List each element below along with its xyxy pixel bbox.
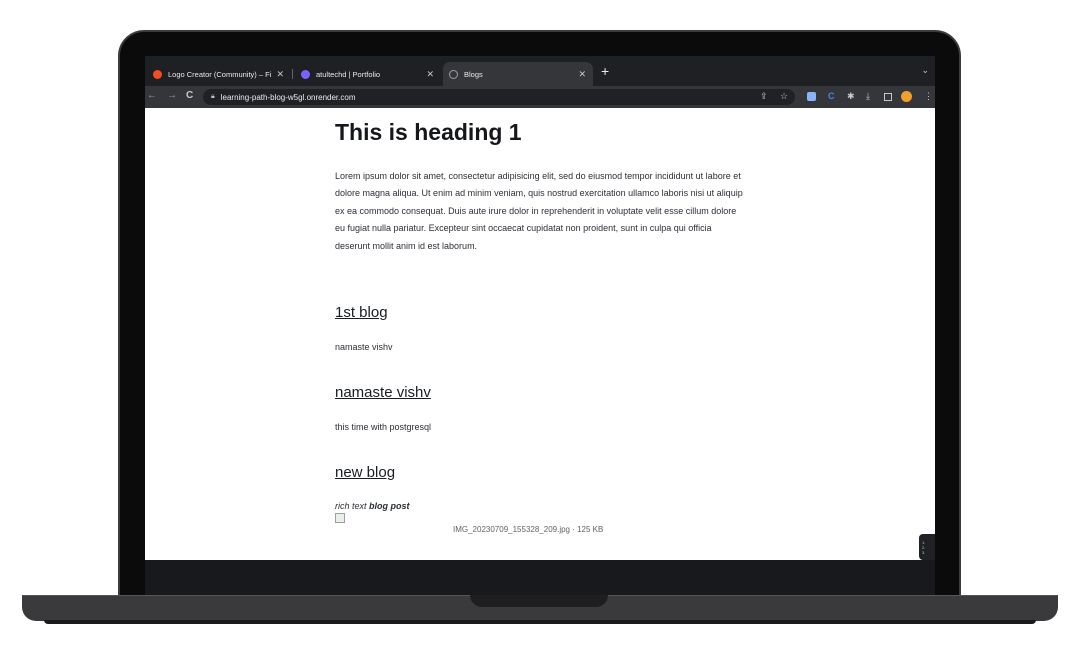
close-icon[interactable]: ✕ <box>578 69 586 80</box>
chevron-down-icon[interactable]: ⌄ <box>921 65 929 76</box>
screen-bezel-bottom <box>145 560 935 596</box>
star-icon[interactable]: ☆ <box>780 91 788 102</box>
sidepanel-icon[interactable] <box>884 93 892 101</box>
side-widget[interactable]: 1. 2. 3. <box>919 534 935 560</box>
tab-title: atultechd | Portfolio <box>316 69 381 79</box>
blog-excerpt-1: namaste vishv <box>335 342 393 352</box>
download-icon[interactable]: ⤓ <box>866 91 870 102</box>
laptop-notch <box>470 595 608 607</box>
laptop-base-shadow <box>44 620 1036 624</box>
blog-link-3[interactable]: new blog <box>335 464 395 481</box>
tab-separator <box>292 69 293 79</box>
blog-excerpt-3: rich text blog post <box>335 501 410 511</box>
avatar-icon[interactable] <box>901 91 912 102</box>
lock-icon: 🔒︎ <box>211 93 215 100</box>
page-title: This is heading 1 <box>335 119 522 145</box>
blog-link-1[interactable]: 1st blog <box>335 304 388 321</box>
close-icon[interactable]: ✕ <box>426 69 434 80</box>
intro-paragraph: Lorem ipsum dolor sit amet, consectetur … <box>335 171 743 251</box>
figma-favicon-icon <box>153 69 162 79</box>
broken-image-icon <box>335 513 345 523</box>
tab-title: Blogs <box>464 69 483 79</box>
url-text: learning-path-blog-w5gl.onrender.com <box>220 92 356 102</box>
tab-title: Logo Creator (Community) – Fi <box>168 69 272 79</box>
address-bar[interactable]: 🔒︎ learning-path-blog-w5gl.onrender.com … <box>203 89 795 105</box>
back-button[interactable]: ← <box>147 90 157 101</box>
browser-toolbar: ← → C 🔒︎ learning-path-blog-w5gl.onrende… <box>145 86 935 108</box>
extension-c-icon[interactable]: C <box>828 91 835 101</box>
blog-excerpt-2: this time with postgresql <box>335 422 432 432</box>
forward-button[interactable]: → <box>167 90 177 101</box>
portfolio-favicon-icon <box>301 69 310 79</box>
page-viewport: This is heading 1 Lorem ipsum dolor sit … <box>145 108 935 560</box>
new-tab-button[interactable]: + <box>601 63 609 79</box>
tab-blogs[interactable]: Blogs ✕ <box>443 62 593 86</box>
share-icon[interactable]: ⇪ <box>760 91 768 102</box>
kebab-menu-icon[interactable]: ⋮ <box>924 91 933 102</box>
screen: Logo Creator (Community) – Fi ✕ atultech… <box>145 56 935 560</box>
close-icon[interactable]: ✕ <box>276 69 284 80</box>
tab-logo-creator[interactable]: Logo Creator (Community) – Fi ✕ <box>147 62 291 86</box>
globe-icon <box>449 69 458 79</box>
extension-camera-icon[interactable] <box>807 92 816 101</box>
blog-link-2[interactable]: namaste vishv <box>335 384 431 401</box>
tab-portfolio[interactable]: atultechd | Portfolio ✕ <box>295 62 441 86</box>
puzzle-icon[interactable]: ✱ <box>847 91 855 102</box>
tab-strip: Logo Creator (Community) – Fi ✕ atultech… <box>145 56 935 86</box>
rich-text-bold: blog post <box>369 501 410 511</box>
rich-text-italic: rich text <box>335 501 370 511</box>
image-caption: IMG_20230709_155328_209.jpg · 125 KB <box>453 525 604 534</box>
reload-button[interactable]: C <box>186 90 193 101</box>
